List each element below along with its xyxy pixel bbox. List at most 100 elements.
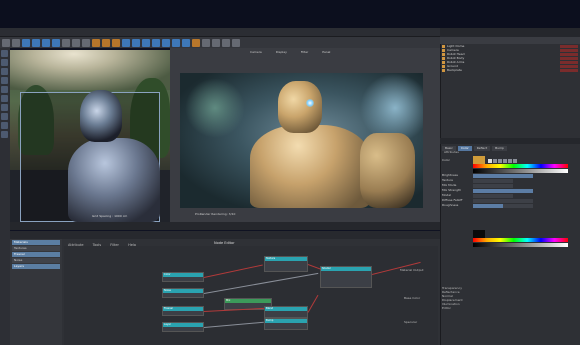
floor-icon[interactable] bbox=[172, 38, 180, 47]
redo-icon[interactable] bbox=[12, 38, 20, 47]
spline-icon[interactable] bbox=[132, 38, 140, 47]
axis-x-icon[interactable] bbox=[62, 38, 70, 47]
shader-node[interactable]: Shader bbox=[320, 266, 372, 288]
diffuse-slider[interactable] bbox=[473, 198, 533, 203]
secondary-colors bbox=[442, 229, 578, 247]
shader-node[interactable]: Noise bbox=[162, 288, 204, 298]
uv-mode-icon[interactable] bbox=[1, 95, 8, 102]
node-list-item[interactable]: Materials bbox=[12, 240, 60, 245]
shader-node[interactable]: Bump bbox=[264, 318, 308, 330]
model-dropdown[interactable] bbox=[473, 193, 513, 198]
node-list-item[interactable]: Fresnel bbox=[12, 252, 60, 257]
model-mode-icon[interactable] bbox=[1, 50, 8, 57]
title-bar bbox=[0, 0, 580, 28]
node-header: Mix bbox=[225, 299, 271, 303]
axis-y-icon[interactable] bbox=[72, 38, 80, 47]
camera-icon[interactable] bbox=[182, 38, 190, 47]
axis-z-icon[interactable] bbox=[82, 38, 90, 47]
snap-icon[interactable] bbox=[1, 113, 8, 120]
spectrum-icon[interactable] bbox=[508, 158, 512, 163]
roughness-slider[interactable] bbox=[473, 203, 533, 208]
render-view-icon[interactable] bbox=[92, 38, 100, 47]
texture-field[interactable] bbox=[473, 178, 513, 183]
object-icon bbox=[442, 56, 445, 60]
material-tag[interactable] bbox=[560, 52, 578, 56]
object-manager-menubar: File Edit View Objects Tags Bookmarks bbox=[440, 28, 580, 44]
node-editor-title: Node Editor bbox=[214, 241, 235, 245]
shader-node[interactable]: Blend bbox=[264, 306, 308, 318]
material-tag[interactable] bbox=[560, 48, 578, 52]
node-canvas[interactable]: Color Noise Fresnel Layer Texture Mix Bl… bbox=[64, 246, 438, 345]
value-slider[interactable] bbox=[473, 242, 568, 247]
color-attributes: Color Brightness Texture Mix Mode Mix St… bbox=[442, 155, 578, 208]
mix-mode-dropdown[interactable] bbox=[473, 183, 513, 188]
slider-fill bbox=[473, 173, 533, 178]
rotate-icon[interactable] bbox=[52, 38, 60, 47]
layout-icon[interactable] bbox=[222, 38, 230, 47]
shader-node[interactable]: Fresnel bbox=[162, 306, 204, 316]
object-row[interactable]: Backplate bbox=[442, 68, 578, 72]
render-menu-panel[interactable]: Panel bbox=[322, 50, 330, 54]
subdivision-icon[interactable] bbox=[142, 38, 150, 47]
rgb-icon[interactable] bbox=[488, 158, 492, 163]
render-menu-filter[interactable]: Filter bbox=[301, 50, 308, 54]
node-list-item[interactable]: Layers bbox=[12, 264, 60, 269]
value-slider[interactable] bbox=[473, 168, 568, 173]
grid-icon[interactable] bbox=[232, 38, 240, 47]
timeline-bar: Frame Time: 00:00:00 Progress: 100% Reso… bbox=[10, 222, 440, 238]
material-tag[interactable] bbox=[560, 56, 578, 60]
node-header: Blend bbox=[265, 307, 307, 311]
channel-sections: Transparency Reflectance Normal Displace… bbox=[442, 286, 578, 310]
select-icon[interactable] bbox=[22, 38, 30, 47]
tag-icon[interactable] bbox=[212, 38, 220, 47]
node-list-item[interactable]: Noise bbox=[12, 258, 60, 263]
material-icon[interactable] bbox=[202, 38, 210, 47]
solo-icon[interactable] bbox=[1, 131, 8, 138]
workplane-icon[interactable] bbox=[1, 122, 8, 129]
node-header: Noise bbox=[163, 289, 203, 293]
cube-icon[interactable] bbox=[122, 38, 130, 47]
undo-icon[interactable] bbox=[2, 38, 10, 47]
render-menu-camera[interactable]: Camera bbox=[250, 50, 262, 54]
attr-row-value2 bbox=[442, 242, 578, 247]
shader-node[interactable]: Texture bbox=[264, 256, 308, 272]
scale-icon[interactable] bbox=[42, 38, 50, 47]
attr-label: Color bbox=[442, 158, 450, 162]
tab-color[interactable]: Color bbox=[457, 146, 472, 151]
material-tag[interactable] bbox=[560, 44, 578, 48]
move-icon[interactable] bbox=[32, 38, 40, 47]
array-icon[interactable] bbox=[152, 38, 160, 47]
mixer-icon[interactable] bbox=[503, 158, 507, 163]
viewport-perspective[interactable]: Grid Spacing : 1000 cm bbox=[10, 50, 170, 222]
tab-basic[interactable]: Basic bbox=[442, 146, 456, 151]
hsv-icon[interactable] bbox=[493, 158, 497, 163]
deformer-icon[interactable] bbox=[162, 38, 170, 47]
hue-slider[interactable] bbox=[473, 163, 568, 168]
hue-slider[interactable] bbox=[473, 237, 568, 242]
points-mode-icon[interactable] bbox=[1, 68, 8, 75]
object-list: Light Dome Camera Robot Head Robot Body … bbox=[442, 44, 578, 72]
light-icon[interactable] bbox=[192, 38, 200, 47]
material-tag[interactable] bbox=[560, 64, 578, 68]
render-icon[interactable] bbox=[102, 38, 110, 47]
polygons-mode-icon[interactable] bbox=[1, 86, 8, 93]
render-menu-display[interactable]: Display bbox=[276, 50, 287, 54]
picker-icon[interactable] bbox=[513, 158, 517, 163]
node-list-item[interactable]: Textures bbox=[12, 246, 60, 251]
axis-mode-icon[interactable] bbox=[1, 104, 8, 111]
kelvin-icon[interactable] bbox=[498, 158, 502, 163]
shader-node[interactable]: Color bbox=[162, 272, 204, 282]
tab-bump[interactable]: Bump bbox=[492, 146, 507, 151]
shader-node[interactable]: Layer bbox=[162, 322, 204, 332]
render-settings-icon[interactable] bbox=[112, 38, 120, 47]
edges-mode-icon[interactable] bbox=[1, 77, 8, 84]
material-tag[interactable] bbox=[560, 68, 578, 72]
texture-mode-icon[interactable] bbox=[1, 59, 8, 66]
brightness-slider[interactable] bbox=[473, 173, 533, 178]
mix-strength-slider[interactable] bbox=[473, 188, 533, 193]
material-tag[interactable] bbox=[560, 60, 578, 64]
robot-head-shape bbox=[80, 90, 122, 142]
render-image[interactable] bbox=[180, 73, 423, 208]
section-editor[interactable]: Editor bbox=[442, 306, 578, 310]
tab-reflect[interactable]: Reflect bbox=[473, 146, 491, 151]
